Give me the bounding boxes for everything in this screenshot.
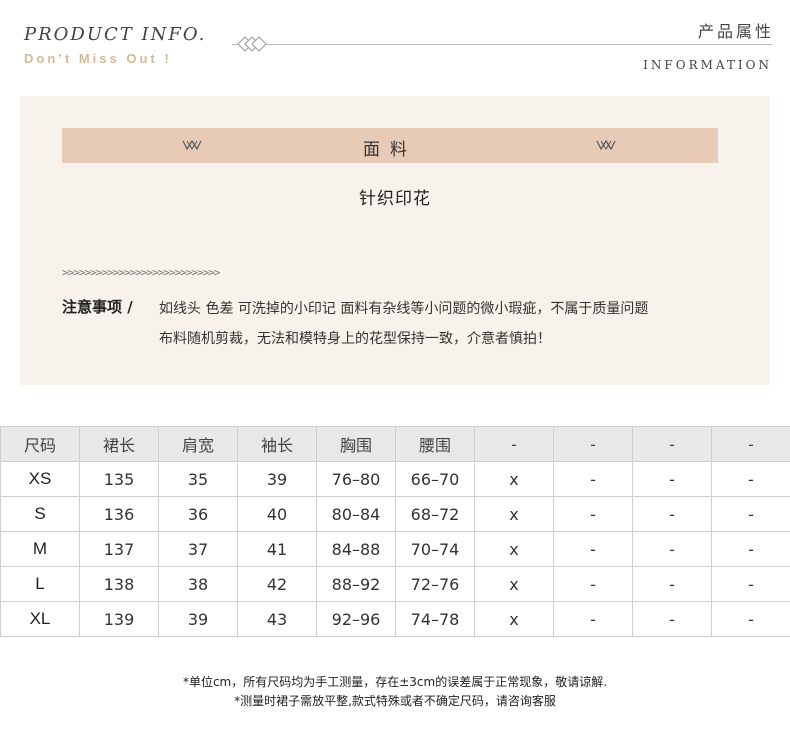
table-cell: 74–78 bbox=[395, 601, 475, 637]
table-cell: x bbox=[474, 496, 554, 532]
fabric-header-bar: 面料 bbox=[62, 128, 718, 163]
size-chart-table: 尺码 裙长 肩宽 袖长 胸围 腰围 - - - - XS 135 35 39 7… bbox=[0, 426, 790, 637]
table-cell: - bbox=[711, 461, 790, 497]
table-cell: - bbox=[711, 566, 790, 602]
table-cell: 138 bbox=[79, 566, 159, 602]
table-cell: 39 bbox=[237, 461, 317, 497]
table-cell: 36 bbox=[158, 496, 238, 532]
table-cell: - bbox=[711, 496, 790, 532]
notice-text-line-2: 布料随机剪裁，无法和模特身上的花型保持一致，介意者慎拍！ bbox=[159, 331, 551, 347]
table-cell: 66–70 bbox=[395, 461, 475, 497]
table-cell: - bbox=[553, 496, 633, 532]
product-info-panel: 面料 针织印花 >>>>>>>>>>>>>>>>>>>>>>>>>>>> 注意事… bbox=[20, 96, 770, 385]
table-cell: 39 bbox=[158, 601, 238, 637]
fabric-value: 针织印花 bbox=[359, 189, 431, 209]
table-cell: 76–80 bbox=[316, 461, 396, 497]
dont-miss-out-subtitle: Don’t Miss Out ! bbox=[24, 51, 172, 66]
table-cell: 43 bbox=[237, 601, 317, 637]
table-row: XS 135 35 39 76–80 66–70 x - - - bbox=[0, 461, 790, 497]
table-cell: XS bbox=[0, 461, 80, 497]
diamond-ornament-icon bbox=[237, 36, 267, 52]
table-cell: - bbox=[632, 461, 712, 497]
information-subtitle: INFORMATION bbox=[643, 58, 772, 72]
w-ornament-icon bbox=[596, 139, 616, 151]
measurement-advice-note: *测量时裙子需放平整,款式特殊或者不确定尺码，请咨询客服 bbox=[234, 694, 556, 708]
table-cell: 72–76 bbox=[395, 566, 475, 602]
product-info-title: PRODUCT INFO. bbox=[24, 24, 207, 45]
table-cell: 92–96 bbox=[316, 601, 396, 637]
table-cell: 139 bbox=[79, 601, 159, 637]
table-cell: L bbox=[0, 566, 80, 602]
table-cell: 41 bbox=[237, 531, 317, 567]
table-header-cell: 腰围 bbox=[395, 426, 475, 462]
table-cell: 70–74 bbox=[395, 531, 475, 567]
table-cell: 137 bbox=[79, 531, 159, 567]
table-cell: 68–72 bbox=[395, 496, 475, 532]
table-header-cell: 肩宽 bbox=[158, 426, 238, 462]
table-header-cell: 袖长 bbox=[237, 426, 317, 462]
table-cell: - bbox=[711, 531, 790, 567]
table-cell: - bbox=[553, 601, 633, 637]
table-cell: - bbox=[553, 566, 633, 602]
table-cell: 80–84 bbox=[316, 496, 396, 532]
table-cell: x bbox=[474, 566, 554, 602]
table-cell: x bbox=[474, 461, 554, 497]
table-cell: - bbox=[632, 601, 712, 637]
table-row: XL 139 39 43 92–96 74–78 x - - - bbox=[0, 601, 790, 637]
table-row: S 136 36 40 80–84 68–72 x - - - bbox=[0, 496, 790, 532]
table-cell: - bbox=[632, 566, 712, 602]
measurement-note: *单位cm，所有尺码均为手工测量，存在±3cm的误差属于正常现象，敬请谅解. bbox=[182, 675, 608, 689]
notice-text-line-1: 如线头 色差 可洗掉的小印记 面料有杂线等小问题的微小瑕疵，不属于质量问题 bbox=[159, 301, 649, 317]
table-header-row: 尺码 裙长 肩宽 袖长 胸围 腰围 - - - - bbox=[0, 426, 790, 462]
table-cell: S bbox=[0, 496, 80, 532]
table-cell: x bbox=[474, 531, 554, 567]
table-cell: - bbox=[632, 531, 712, 567]
table-cell: 35 bbox=[158, 461, 238, 497]
table-cell: 40 bbox=[237, 496, 317, 532]
table-header-cell: - bbox=[711, 426, 790, 462]
table-cell: - bbox=[632, 496, 712, 532]
table-row: L 138 38 42 88–92 72–76 x - - - bbox=[0, 566, 790, 602]
notice-label: 注意事项 / bbox=[62, 298, 133, 316]
table-cell: - bbox=[553, 531, 633, 567]
table-cell: 135 bbox=[79, 461, 159, 497]
table-cell: 136 bbox=[79, 496, 159, 532]
table-cell: x bbox=[474, 601, 554, 637]
table-cell: 38 bbox=[158, 566, 238, 602]
table-cell: - bbox=[553, 461, 633, 497]
product-attributes-title: 产品属性 bbox=[697, 22, 774, 41]
table-cell: 37 bbox=[158, 531, 238, 567]
table-cell: 42 bbox=[237, 566, 317, 602]
table-cell: 84–88 bbox=[316, 531, 396, 567]
table-cell: XL bbox=[0, 601, 80, 637]
table-header-cell: 胸围 bbox=[316, 426, 396, 462]
table-cell: - bbox=[711, 601, 790, 637]
table-header-cell: - bbox=[553, 426, 633, 462]
table-row: M 137 37 41 84–88 70–74 x - - - bbox=[0, 531, 790, 567]
table-cell: 88–92 bbox=[316, 566, 396, 602]
table-header-cell: - bbox=[632, 426, 712, 462]
chevron-divider: >>>>>>>>>>>>>>>>>>>>>>>>>>>> bbox=[62, 266, 220, 279]
table-header-cell: - bbox=[474, 426, 554, 462]
table-cell: M bbox=[0, 531, 80, 567]
table-header-cell: 裙长 bbox=[79, 426, 159, 462]
table-header-cell: 尺码 bbox=[0, 426, 80, 462]
header-divider bbox=[232, 44, 772, 45]
fabric-label: 面料 bbox=[363, 140, 417, 160]
